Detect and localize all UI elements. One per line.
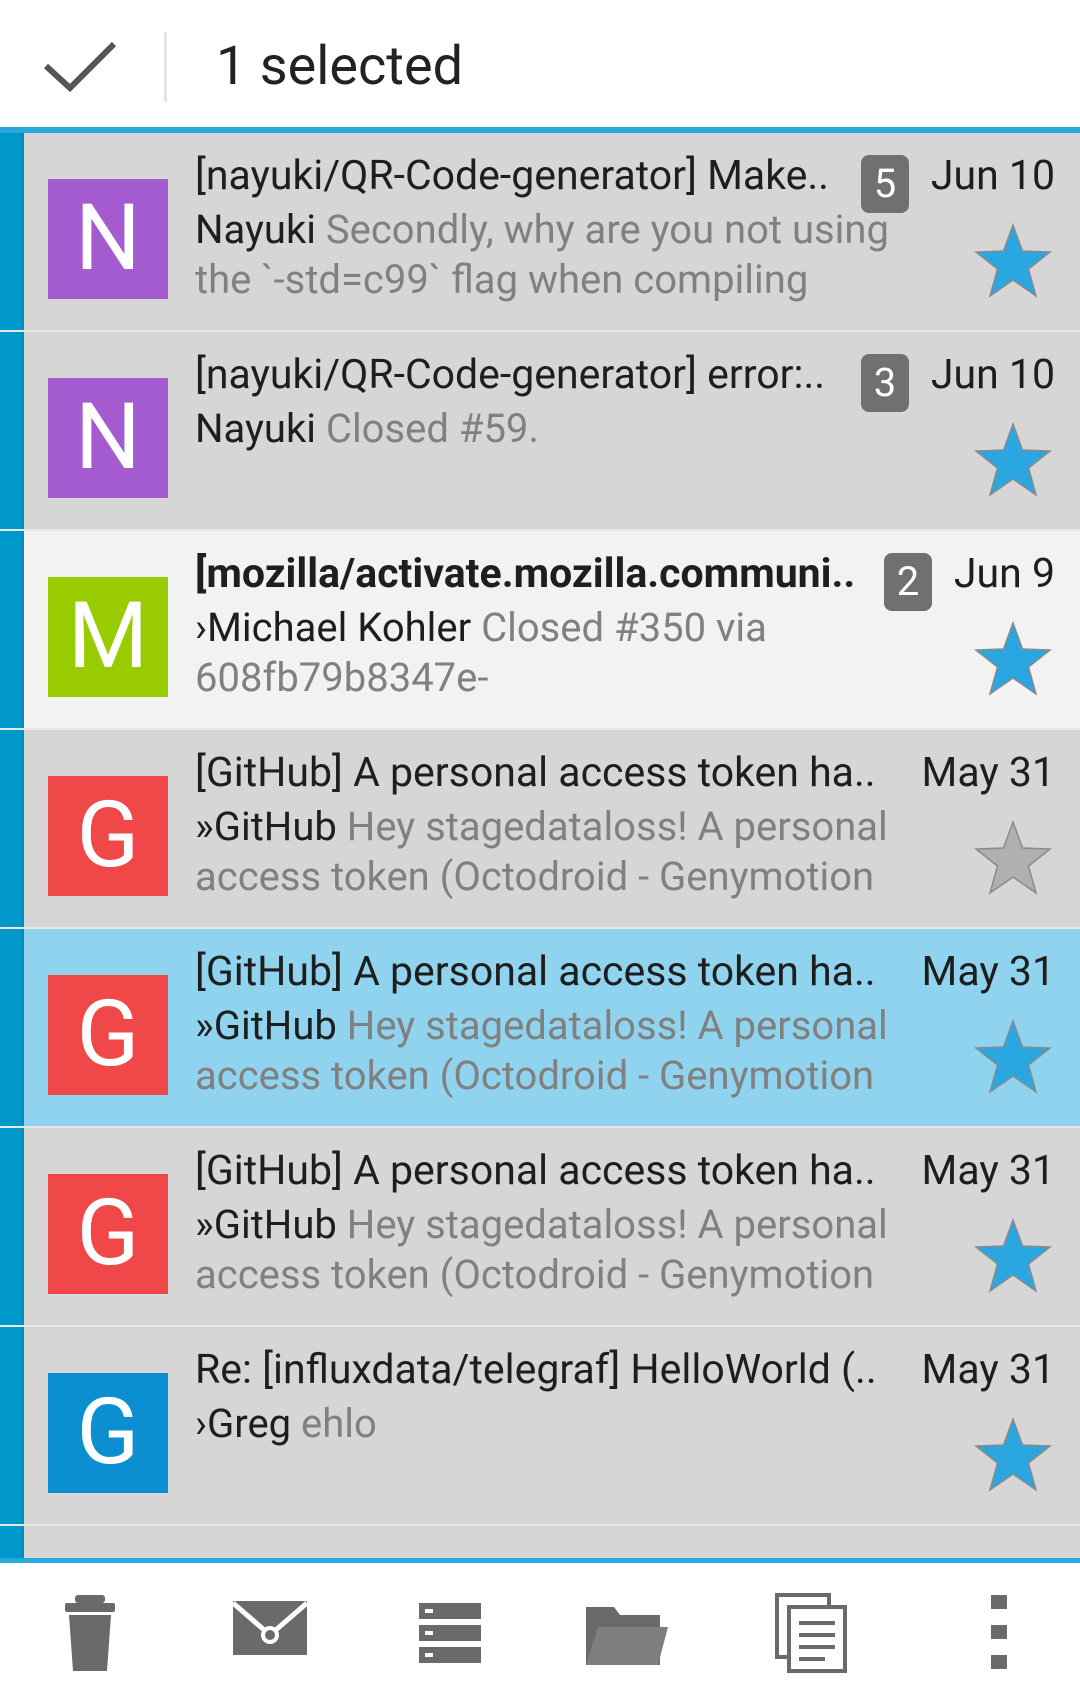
message-date: Jun 9 (953, 550, 1055, 598)
star-icon[interactable] (972, 221, 1054, 301)
account-color-chip (0, 133, 24, 330)
message-row[interactable]: G [GitHub] A personal access token ha.. Ma… (0, 1128, 1080, 1327)
message-date: May 31 (921, 1346, 1055, 1394)
message-row[interactable]: G [GitHub] A personal access token ha.. Ma… (0, 730, 1080, 929)
message-row[interactable]: M [mozilla/activate.mozilla.communi.. 2 Jun… (0, 531, 1080, 730)
star-icon[interactable] (972, 420, 1054, 500)
account-color-chip (0, 929, 24, 1126)
message-sender: »GitHub (195, 1201, 337, 1248)
message-date: May 31 (921, 948, 1055, 996)
message-row[interactable]: N [nayuki/QR-Code-generator] error:.. 3 Jun… (0, 332, 1080, 531)
check-icon[interactable] (40, 36, 120, 96)
message-preview-text: ehlo (301, 1400, 377, 1447)
delete-icon[interactable] (45, 1593, 135, 1673)
message-sender: Nayuki (195, 206, 316, 253)
message-sender: Nayuki (195, 405, 316, 452)
message-preview: Nayuki Secondly, why are you not using t… (195, 205, 930, 305)
account-color-chip (0, 531, 24, 728)
copy-icon[interactable] (765, 1593, 855, 1673)
message-sender: ›Greg (195, 1400, 292, 1447)
star-icon[interactable] (972, 1415, 1054, 1495)
message-list[interactable]: N [nayuki/QR-Code-generator] Make.. 5 Jun 1… (0, 133, 1080, 1558)
star-icon[interactable] (972, 1216, 1054, 1296)
contact-avatar[interactable]: N (48, 179, 168, 299)
message-subject: [GitHub] A personal access token ha.. (195, 948, 876, 996)
message-row[interactable]: G [GitHub] A personal access token ha.. Ma… (0, 929, 1080, 1128)
message-preview: ›Michael Kohler Closed #350 via 608fb79b… (195, 603, 930, 703)
message-subject: [mozilla/activate.mozilla.communi.. (195, 550, 856, 598)
account-color-chip (0, 1327, 24, 1524)
mark-read-icon[interactable] (225, 1593, 315, 1673)
message-date: Jun 10 (930, 351, 1055, 399)
message-date: May 31 (921, 1147, 1055, 1195)
star-icon[interactable] (972, 619, 1054, 699)
message-preview: Nayuki Closed #59. (195, 404, 930, 454)
message-sender: »GitHub (195, 803, 337, 850)
star-icon[interactable] (972, 1017, 1054, 1097)
message-preview: »GitHub Hey stagedataloss! A personal ac… (195, 802, 930, 902)
bottom-toolbar (0, 1558, 1080, 1699)
contextual-action-bar: 1 selected (0, 0, 1080, 133)
contact-avatar[interactable]: G (48, 975, 168, 1095)
message-subject: [nayuki/QR-Code-generator] error:.. (195, 351, 826, 399)
message-preview: »GitHub Hey stagedataloss! A personal ac… (195, 1200, 930, 1300)
message-date: Jun 10 (930, 152, 1055, 200)
contact-avatar[interactable]: G (48, 1373, 168, 1493)
message-date: May 31 (921, 749, 1055, 797)
message-preview: ›Greg ehlo (195, 1399, 930, 1449)
contact-avatar[interactable]: M (48, 577, 168, 697)
contact-avatar[interactable]: N (48, 378, 168, 498)
message-sender: ›Michael Kohler (195, 604, 472, 651)
message-preview: »GitHub Hey stagedataloss! A personal ac… (195, 1001, 930, 1101)
account-color-chip (0, 1128, 24, 1325)
contact-avatar[interactable]: G (48, 1174, 168, 1294)
move-folder-icon[interactable] (580, 1593, 670, 1673)
contact-avatar[interactable]: G (48, 776, 168, 896)
account-color-chip (0, 730, 24, 927)
account-color-chip (0, 1526, 24, 1558)
star-icon[interactable] (972, 818, 1054, 898)
message-subject: [GitHub] A personal access token ha.. (195, 1147, 876, 1195)
message-row-partial[interactable] (0, 1526, 1080, 1558)
selection-count-title: 1 selected (216, 35, 464, 98)
message-subject: [GitHub] A personal access token ha.. (195, 749, 876, 797)
archive-icon[interactable] (405, 1593, 495, 1673)
message-subject: Re: [influxdata/telegraf] HelloWorld (.. (195, 1346, 877, 1394)
message-row[interactable]: G Re: [influxdata/telegraf] HelloWorld (.… (0, 1327, 1080, 1526)
action-bar-divider (164, 32, 167, 102)
message-preview-text: Closed #59. (325, 405, 539, 452)
message-sender: »GitHub (195, 1002, 337, 1049)
overflow-menu-icon[interactable] (955, 1593, 1045, 1673)
message-subject: [nayuki/QR-Code-generator] Make.. (195, 152, 829, 200)
account-color-chip (0, 332, 24, 529)
message-row[interactable]: N [nayuki/QR-Code-generator] Make.. 5 Jun 1… (0, 133, 1080, 332)
